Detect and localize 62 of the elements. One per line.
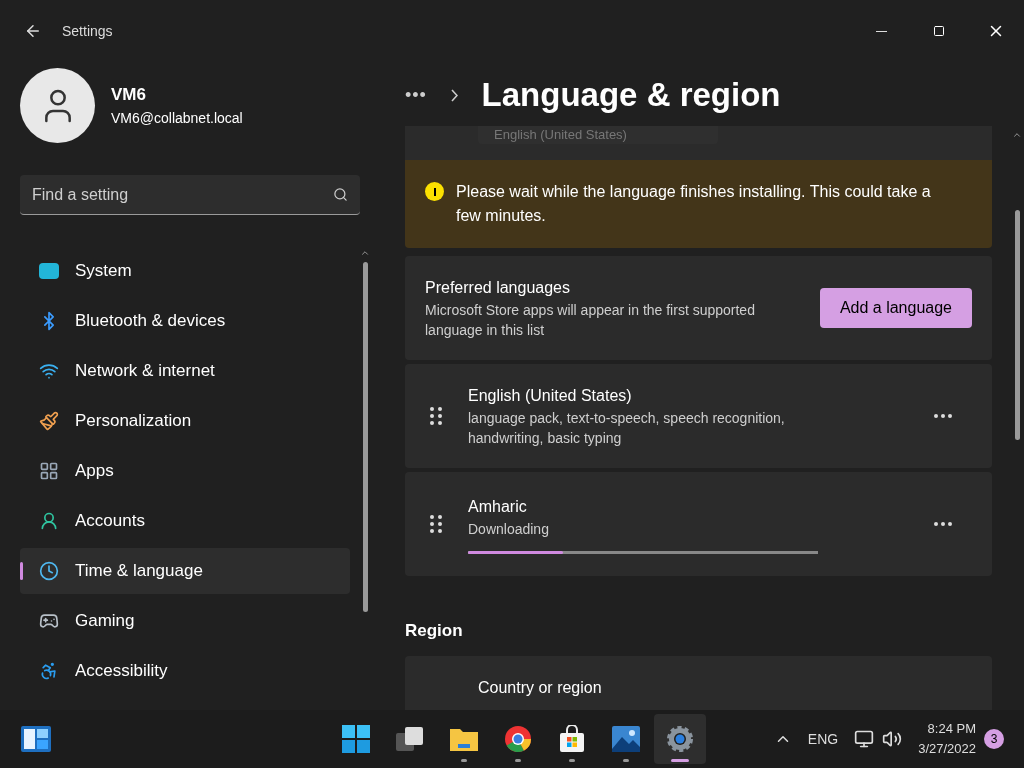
brush-icon bbox=[39, 411, 59, 431]
sidebar-item[interactable]: Time & language bbox=[20, 548, 350, 594]
store-bag-icon bbox=[557, 725, 586, 753]
running-indicator bbox=[460, 759, 467, 762]
sidebar-item[interactable]: Apps bbox=[20, 448, 350, 494]
warning-icon bbox=[425, 182, 444, 201]
add-language-button[interactable]: Add a language bbox=[819, 288, 972, 328]
gear-icon bbox=[665, 725, 694, 753]
language-detail: language pack, text-to-speech, speech recognition, handwriting, basic typing bbox=[468, 409, 786, 448]
window-title: Settings bbox=[62, 21, 113, 41]
folder-icon bbox=[448, 726, 479, 752]
network-monitor-icon[interactable] bbox=[854, 729, 875, 749]
sidebar-item[interactable]: Gaming bbox=[20, 598, 350, 644]
sidebar-item[interactable]: Accounts bbox=[20, 498, 350, 544]
sidebar-item[interactable]: Accessibility bbox=[20, 648, 350, 694]
running-indicator bbox=[568, 759, 575, 762]
sidebar-item[interactable]: System bbox=[20, 248, 350, 294]
more-icon bbox=[934, 414, 952, 418]
notification-badge[interactable]: 3 bbox=[984, 729, 1004, 749]
search-icon bbox=[333, 187, 348, 202]
accessibility-icon bbox=[39, 661, 59, 681]
language-name: Amharic bbox=[468, 496, 528, 517]
language-name: English (United States) bbox=[468, 386, 633, 406]
sidebar-item[interactable]: Bluetooth & devices bbox=[20, 298, 350, 344]
breadcrumb-more[interactable]: ••• bbox=[405, 81, 427, 109]
restore-icon bbox=[932, 25, 945, 37]
volume-icon[interactable] bbox=[882, 729, 903, 749]
profile-email: VM6@collabnet.local bbox=[111, 108, 243, 128]
clock[interactable]: 8:24 PM 3/27/2022 bbox=[918, 719, 976, 759]
photo-icon bbox=[610, 725, 641, 753]
running-indicator bbox=[670, 759, 689, 762]
running-indicator bbox=[514, 759, 521, 762]
language-detail: Downloading bbox=[468, 519, 550, 539]
setting-label: Country or region bbox=[478, 678, 602, 696]
drag-handle-icon[interactable] bbox=[429, 406, 443, 426]
apps-icon bbox=[39, 461, 59, 481]
scroll-up-icon bbox=[1012, 130, 1022, 140]
more-icon bbox=[934, 522, 952, 526]
minimize-icon bbox=[876, 30, 887, 32]
sidebar-item[interactable]: Network & internet bbox=[20, 348, 350, 394]
sidebar-item[interactable]: Personalization bbox=[20, 398, 350, 444]
profile-name: VM6 bbox=[111, 84, 147, 107]
page-title: Language & region bbox=[481, 75, 781, 116]
drag-handle-icon[interactable] bbox=[429, 514, 443, 534]
chevron-right-icon bbox=[450, 88, 458, 102]
wifi-icon bbox=[39, 361, 59, 381]
person-icon bbox=[39, 511, 59, 531]
selection-indicator bbox=[20, 562, 23, 580]
warning-message: Please wait while the language finishes installing. This could take a few minutes. bbox=[456, 182, 932, 226]
section-title: Preferred languages bbox=[425, 278, 571, 298]
language-indicator[interactable]: ENG bbox=[807, 728, 839, 750]
gamepad-icon bbox=[39, 611, 59, 631]
scroll-up-icon bbox=[360, 248, 370, 258]
section-description: Microsoft Store apps will appear in the first supported language in this list bbox=[425, 301, 755, 340]
start-icon bbox=[340, 724, 371, 754]
search-field[interactable]: Find a setting bbox=[20, 175, 360, 215]
running-indicator bbox=[622, 759, 629, 762]
widgets-icon[interactable] bbox=[20, 725, 52, 753]
monitor-icon bbox=[39, 263, 59, 279]
task-view-icon bbox=[394, 726, 425, 752]
section-heading: Region bbox=[405, 620, 464, 642]
browser-icon bbox=[503, 725, 532, 753]
